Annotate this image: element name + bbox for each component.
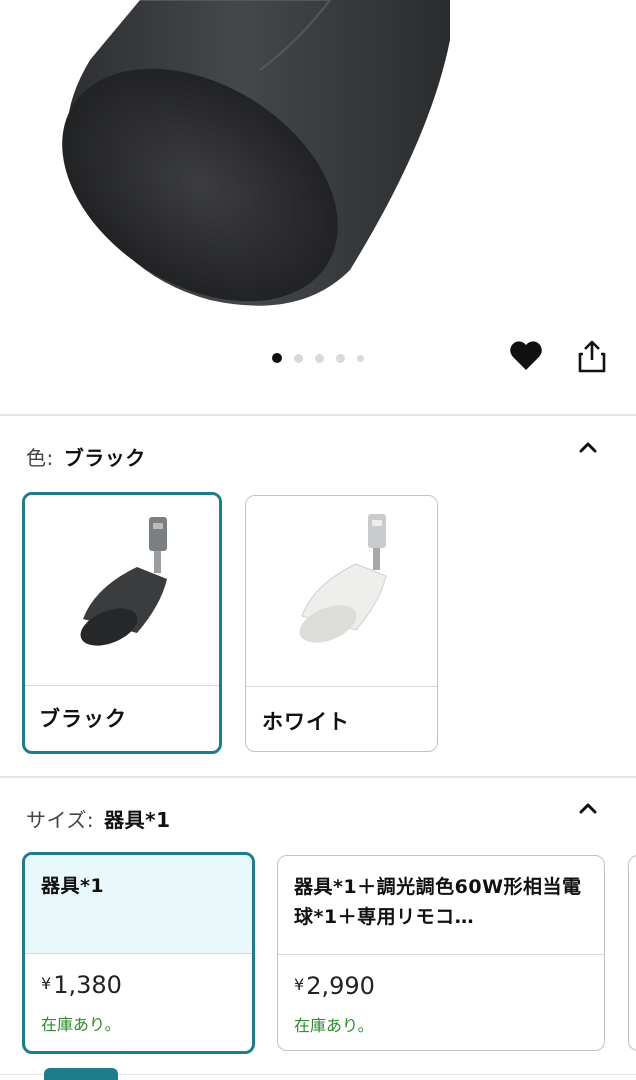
size-section-header: サイズ: 器具*1 bbox=[26, 804, 171, 833]
carousel-dot[interactable] bbox=[315, 353, 324, 363]
carousel-dot[interactable] bbox=[336, 353, 345, 363]
carousel-dot[interactable] bbox=[357, 354, 364, 362]
color-swatch-image bbox=[25, 495, 219, 685]
section-divider bbox=[0, 414, 636, 416]
section-divider bbox=[0, 776, 636, 778]
color-option-label: ホワイト bbox=[262, 710, 350, 734]
currency-symbol: ¥ bbox=[41, 974, 52, 993]
color-option-label: ブラック bbox=[39, 707, 127, 731]
price-amount: 1,380 bbox=[53, 971, 122, 999]
stock-status: 在庫あり。 bbox=[294, 1016, 374, 1035]
color-swatch-image bbox=[246, 496, 437, 686]
bottom-tab-indicator bbox=[44, 1068, 118, 1080]
product-hero-image[interactable] bbox=[0, 0, 636, 410]
color-option-white[interactable]: ホワイト bbox=[245, 495, 438, 752]
white-spotlight-thumbnail bbox=[299, 514, 387, 643]
hero-actions bbox=[500, 336, 620, 380]
size-option-name: 器具*1 bbox=[41, 875, 105, 897]
size-label: サイズ: bbox=[26, 808, 95, 832]
color-option-black[interactable]: ブラック bbox=[22, 492, 222, 754]
size-option-fixture-bulb-remote[interactable]: 器具*1＋調光調色60W形相当電球*1＋専用リモコ… ¥2,990 在庫あり。 bbox=[277, 855, 605, 1051]
share-icon[interactable] bbox=[576, 338, 608, 374]
size-option-next-peek[interactable] bbox=[628, 855, 636, 1051]
size-option-fixture-only[interactable]: 器具*1 ¥1,380 在庫あり。 bbox=[22, 852, 255, 1054]
card-separator bbox=[246, 686, 437, 687]
currency-symbol: ¥ bbox=[294, 975, 305, 994]
black-spotlight-thumbnail bbox=[80, 517, 167, 646]
carousel-dot[interactable] bbox=[294, 353, 303, 363]
size-option-header bbox=[25, 855, 252, 953]
stock-status: 在庫あり。 bbox=[41, 1015, 121, 1034]
size-option-name: 器具*1＋調光調色60W形相当電球*1＋専用リモコ… bbox=[294, 876, 582, 928]
color-label: 色: bbox=[26, 446, 54, 470]
carousel-dot[interactable] bbox=[272, 353, 282, 363]
price-amount: 2,990 bbox=[306, 972, 375, 1000]
color-value: ブラック bbox=[63, 446, 146, 470]
color-section-header: 色: ブラック bbox=[26, 442, 146, 471]
size-option-price: ¥2,990 bbox=[294, 972, 375, 1000]
size-value: 器具*1 bbox=[104, 808, 171, 832]
card-separator bbox=[278, 954, 604, 955]
size-option-price: ¥1,380 bbox=[41, 971, 122, 999]
card-separator bbox=[25, 685, 219, 686]
card-separator bbox=[25, 953, 252, 954]
chevron-up-icon[interactable] bbox=[574, 795, 602, 823]
chevron-up-icon[interactable] bbox=[574, 434, 602, 462]
spotlight-shade-image bbox=[62, 0, 450, 306]
heart-icon[interactable] bbox=[508, 338, 544, 374]
